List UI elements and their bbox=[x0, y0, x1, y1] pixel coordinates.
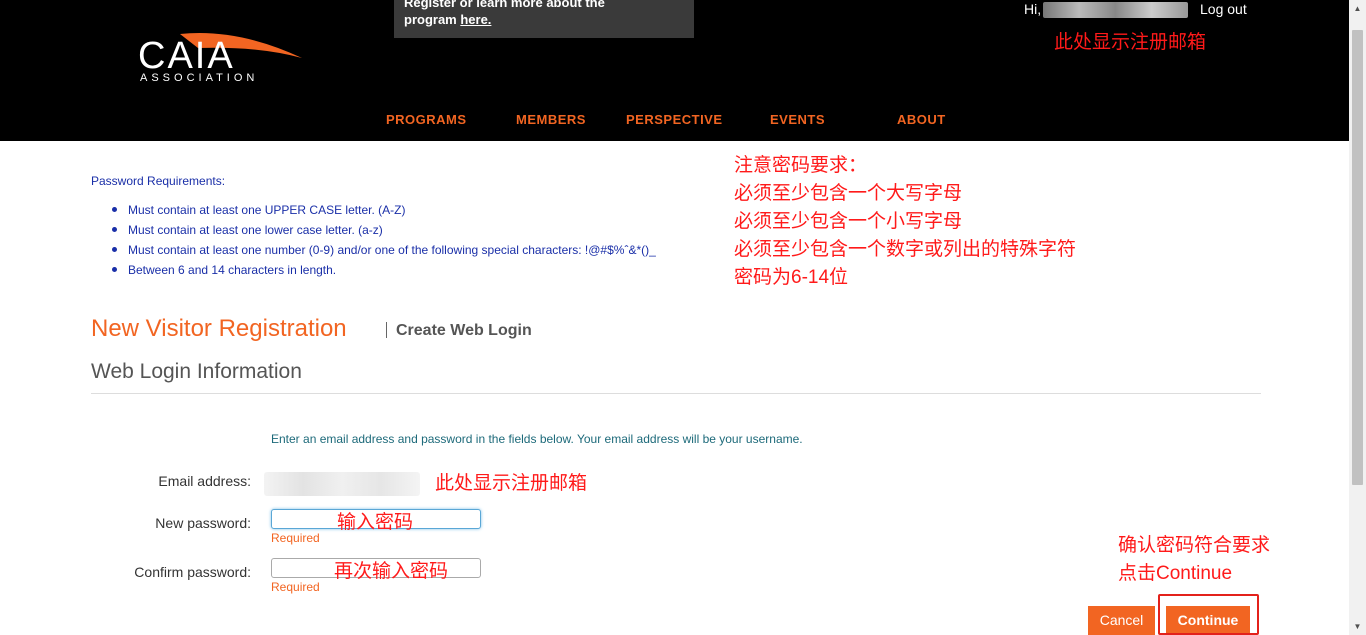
confirm-password-label: Confirm password: bbox=[134, 564, 251, 580]
nav-programs[interactable]: PROGRAMS bbox=[386, 112, 467, 127]
required-hint-confirm: Required bbox=[271, 580, 320, 594]
annotation-email: 此处显示注册邮箱 bbox=[435, 473, 588, 494]
promo-line1: Register or learn more about the bbox=[404, 0, 605, 10]
title-divider bbox=[386, 322, 387, 338]
annotation-header-email: 此处显示注册邮箱 bbox=[1054, 32, 1207, 53]
requirement-lowercase: Must contain at least one lower case let… bbox=[110, 222, 656, 242]
annotation-password-rules: 注意密码要求： 必须至少包含一个大写字母 必须至少包含一个小写字母 必须至少包含… bbox=[734, 152, 1076, 292]
nav-about[interactable]: ABOUT bbox=[897, 112, 946, 127]
masked-email bbox=[1043, 2, 1188, 18]
logout-link[interactable]: Log out bbox=[1200, 1, 1247, 17]
section-divider bbox=[91, 393, 1261, 394]
caia-logo[interactable]: CAIA ASSOCIATION bbox=[138, 30, 308, 90]
password-requirements-title: Password Requirements: bbox=[91, 174, 226, 188]
password-requirements-list: Must contain at least one UPPER CASE let… bbox=[110, 202, 656, 282]
continue-highlight-box bbox=[1158, 594, 1259, 635]
greeting: Hi, bbox=[1024, 1, 1042, 17]
vertical-scrollbar[interactable]: ▲ ▼ bbox=[1349, 0, 1366, 635]
form-instructions: Enter an email address and password in t… bbox=[271, 432, 803, 446]
site-header: CAIA ASSOCIATION Register or learn more … bbox=[0, 0, 1366, 141]
nav-events[interactable]: EVENTS bbox=[770, 112, 825, 127]
required-hint-new: Required bbox=[271, 531, 320, 545]
requirement-number-special: Must contain at least one number (0-9) a… bbox=[110, 242, 656, 262]
scroll-up-icon[interactable]: ▲ bbox=[1349, 0, 1366, 17]
requirement-uppercase: Must contain at least one UPPER CASE let… bbox=[110, 202, 656, 222]
promo-line2: program bbox=[404, 12, 461, 27]
annotation-line: 必须至少包含一个数字或列出的特殊字符 bbox=[734, 239, 1077, 260]
section-title: Web Login Information bbox=[91, 360, 302, 383]
nav-perspective[interactable]: PERSPECTIVE bbox=[626, 112, 723, 127]
logo-text: CAIA bbox=[138, 35, 235, 77]
annotation-line: 必须至少包含一个大写字母 bbox=[734, 183, 963, 204]
requirement-length: Between 6 and 14 characters in length. bbox=[110, 262, 656, 282]
promo-banner: Register or learn more about the program… bbox=[394, 0, 694, 38]
annotation-continue: 确认密码符合要求 点击Continue bbox=[1118, 532, 1270, 588]
annotation-new-password: 输入密码 bbox=[337, 512, 414, 533]
masked-email-value bbox=[264, 472, 420, 496]
annotation-line: 确认密码符合要求 bbox=[1118, 535, 1271, 556]
annotation-line: 注意密码要求： bbox=[734, 155, 868, 176]
page-subtitle: Create Web Login bbox=[396, 322, 532, 339]
promo-link[interactable]: here. bbox=[460, 12, 491, 27]
annotation-line: 点击Continue bbox=[1118, 563, 1233, 584]
email-label: Email address: bbox=[158, 473, 251, 489]
nav-members[interactable]: MEMBERS bbox=[516, 112, 586, 127]
scroll-down-icon[interactable]: ▼ bbox=[1349, 618, 1366, 635]
page-title: New Visitor Registration bbox=[91, 315, 347, 342]
annotation-confirm-password: 再次输入密码 bbox=[334, 561, 449, 582]
logo-subtext: ASSOCIATION bbox=[140, 72, 258, 84]
annotation-line: 必须至少包含一个小写字母 bbox=[734, 211, 963, 232]
scroll-thumb[interactable] bbox=[1352, 30, 1363, 485]
new-password-label: New password: bbox=[155, 515, 251, 531]
main-nav: PROGRAMS MEMBERS PERSPECTIVE EVENTS ABOU… bbox=[0, 112, 1366, 132]
cancel-button[interactable]: Cancel bbox=[1088, 606, 1155, 635]
annotation-line: 密码为6-14位 bbox=[734, 267, 849, 288]
